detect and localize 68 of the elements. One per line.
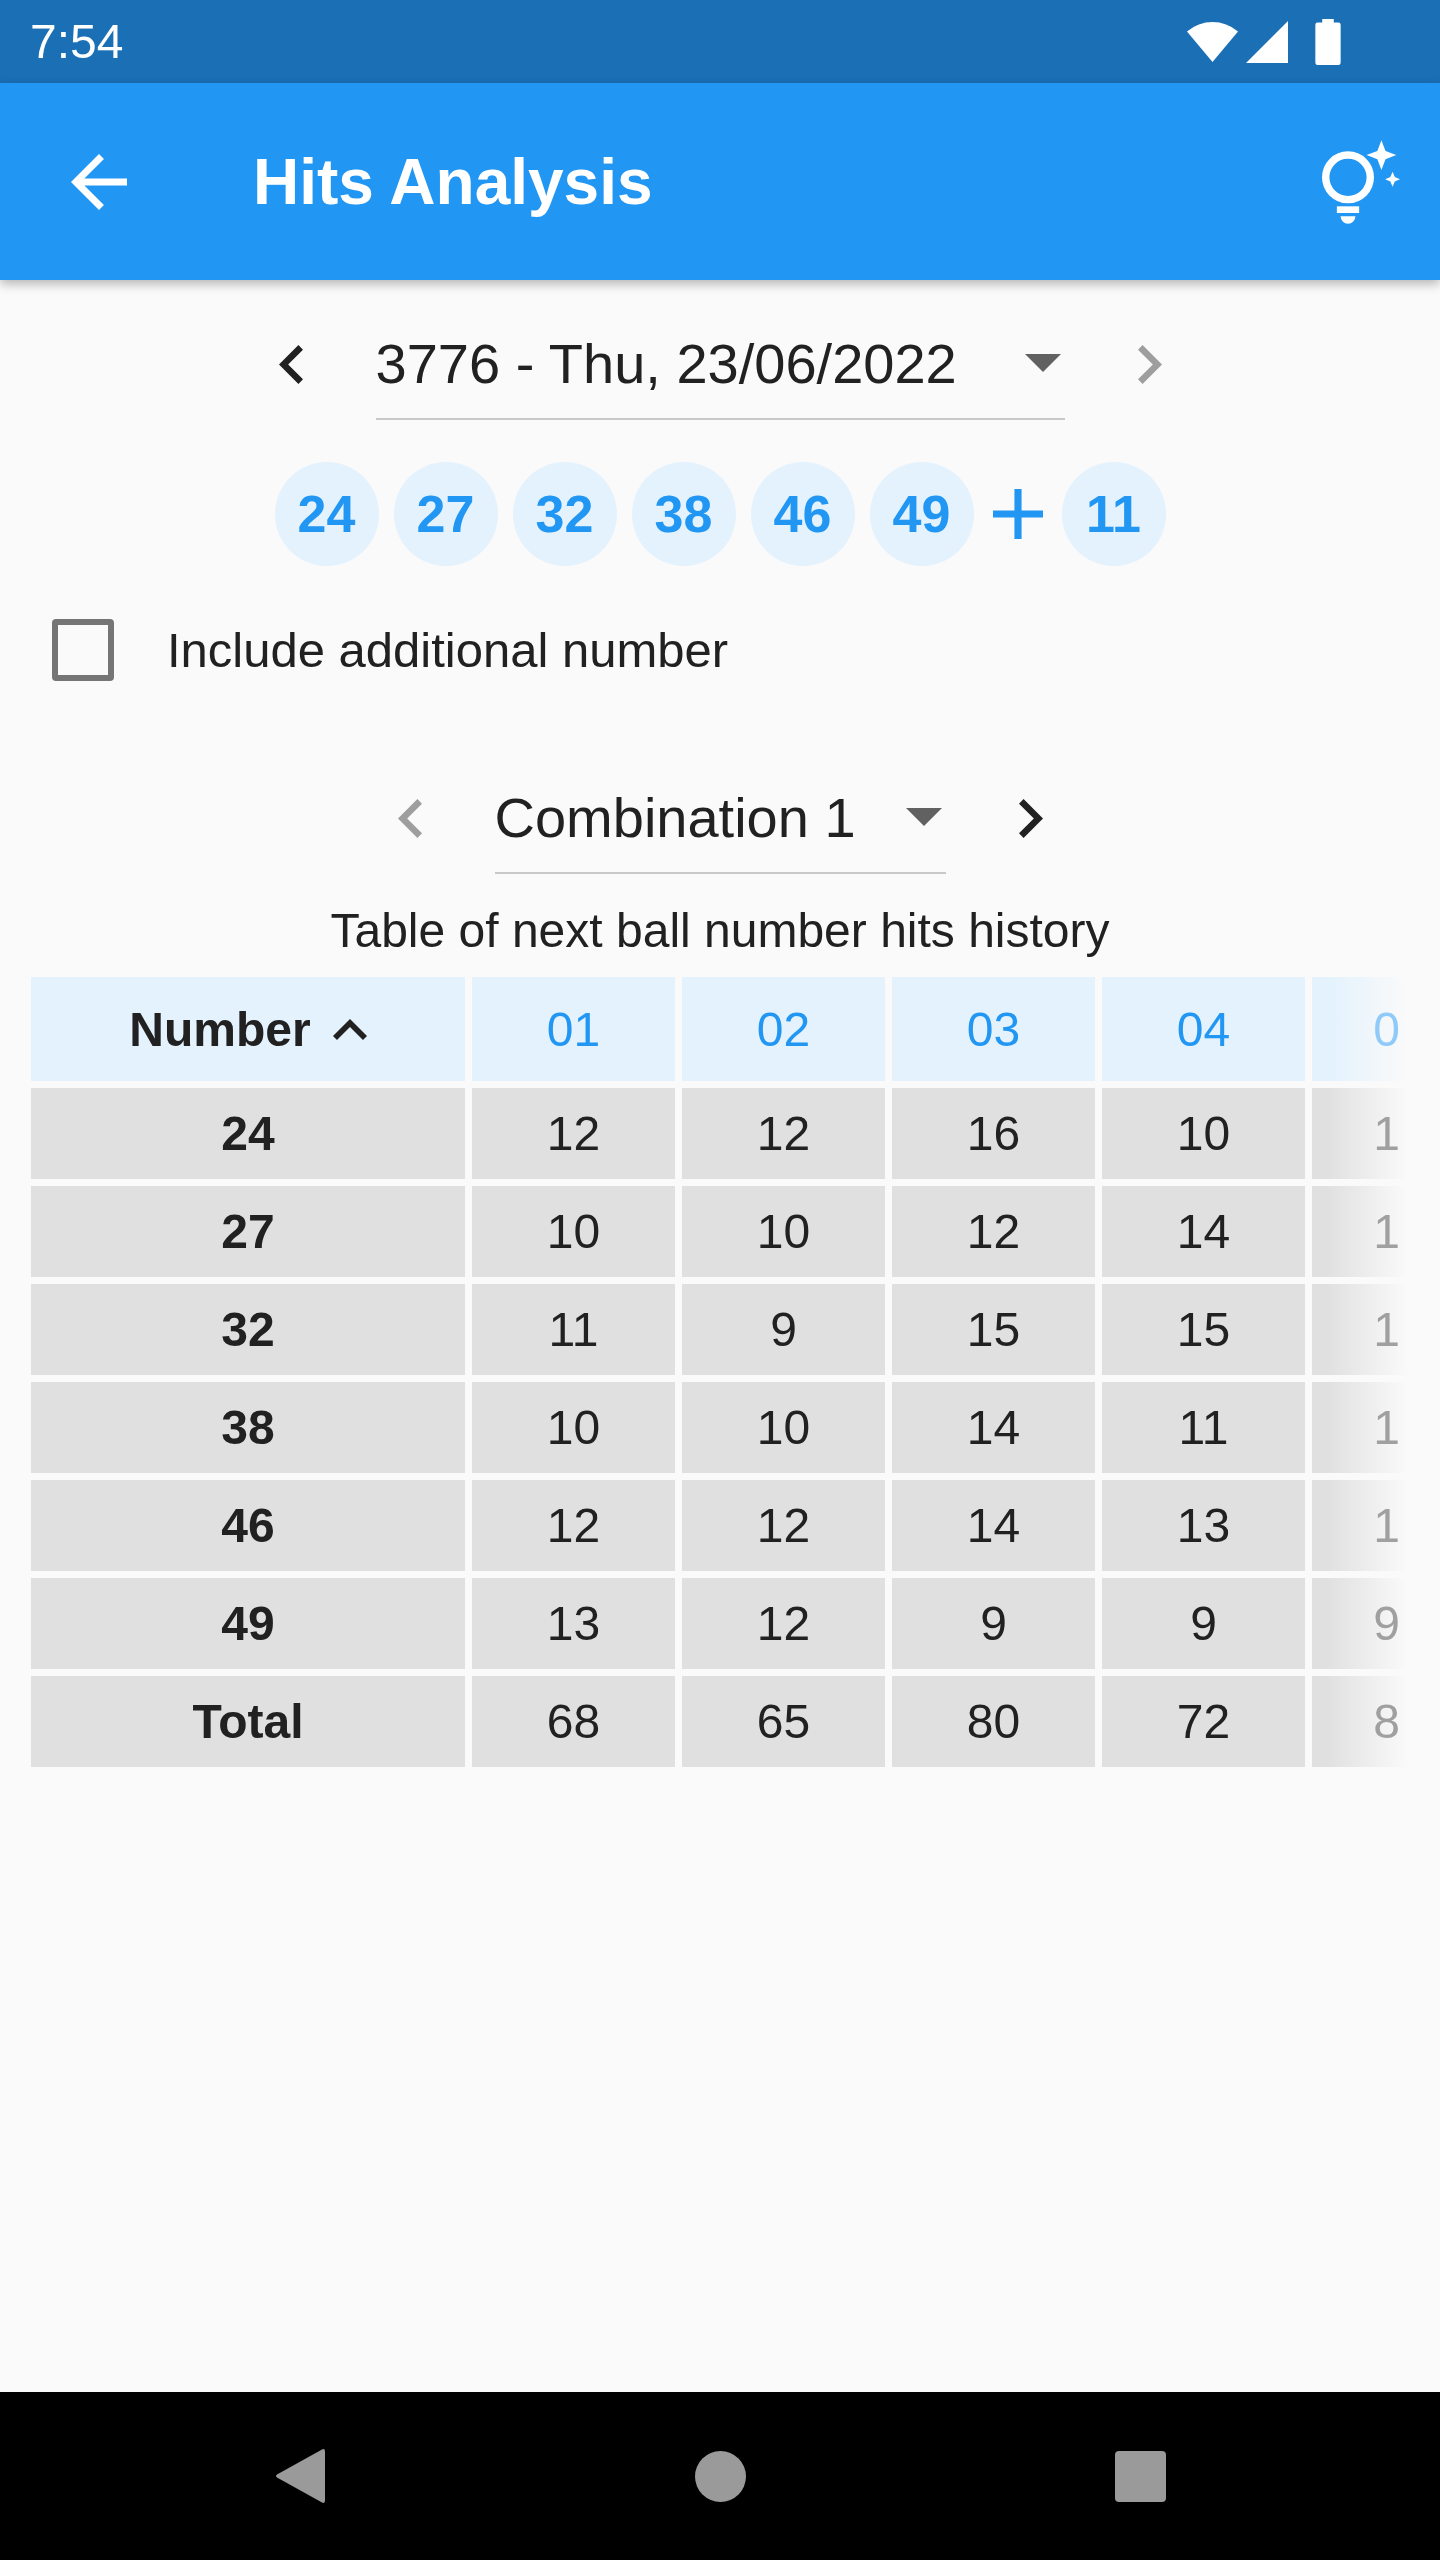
row-header: 46 [31, 1480, 465, 1571]
header-label: Number [129, 1001, 311, 1057]
number-ball: 46 [750, 462, 855, 566]
number-ball: 27 [393, 462, 498, 566]
number-ball: 38 [631, 462, 736, 566]
table-cell: 15 [1102, 1284, 1305, 1375]
table-cell: 12 [472, 1480, 675, 1571]
table-cell: 14 [892, 1480, 1095, 1571]
table-cell: 12 [472, 1088, 675, 1179]
table-cell: 13 [472, 1578, 675, 1669]
row-header: 49 [31, 1578, 465, 1669]
table-cell: 9 [1102, 1578, 1305, 1669]
caret-icon [905, 808, 942, 826]
table-cell: 14 [1102, 1186, 1305, 1277]
table-cell: 68 [472, 1676, 675, 1767]
signal-icon [1245, 20, 1289, 63]
table-cell: 11 [1102, 1382, 1305, 1473]
table-cell: 12 [892, 1186, 1095, 1277]
table-cell: 80 [892, 1676, 1095, 1767]
combination-dropdown[interactable]: Combination 1 [494, 762, 946, 874]
number-ball: 49 [869, 462, 974, 566]
row-header: Total [31, 1676, 465, 1767]
table-cell: 65 [682, 1676, 885, 1767]
nav-home-icon[interactable] [694, 2450, 746, 2502]
screen-title: Hits Analysis [253, 144, 653, 219]
caret-icon [1024, 354, 1061, 372]
table-cell: 9 [892, 1578, 1095, 1669]
table-caption: Table of next ball number hits history [330, 903, 1110, 959]
table-cell: 9 [682, 1284, 885, 1375]
draw-dropdown[interactable]: 3776 - Thu, 23/06/2022 [375, 308, 1065, 420]
table-cell: 10 [472, 1382, 675, 1473]
table-cell: 10 [682, 1382, 885, 1473]
row-header: 27 [31, 1186, 465, 1277]
table-cell: 14 [892, 1382, 1095, 1473]
table-cell: 72 [1102, 1676, 1305, 1767]
table-cell: 13 [1102, 1480, 1305, 1571]
table-cell: 16 [892, 1088, 1095, 1179]
checkbox[interactable] [52, 619, 114, 681]
number-ball: 11 [1061, 462, 1166, 566]
column-header: 04 [1102, 977, 1305, 1081]
back-icon[interactable] [71, 153, 127, 210]
table-cell: 10 [682, 1186, 885, 1277]
table-cell: 10 [472, 1186, 675, 1277]
clock: 7:54 [30, 14, 124, 69]
battery-icon [1315, 18, 1341, 65]
plus-icon [992, 489, 1043, 539]
lightbulb-icon[interactable] [1322, 139, 1400, 224]
table-cell: 12 [682, 1088, 885, 1179]
sort-header[interactable]: Number [31, 977, 465, 1081]
table-cell: 12 [682, 1480, 885, 1571]
number-ball: 24 [274, 462, 379, 566]
row-header: 38 [31, 1382, 465, 1473]
column-header: 03 [892, 977, 1095, 1081]
nav-recents-icon[interactable] [1114, 2450, 1166, 2502]
chevron-left-icon[interactable] [278, 344, 303, 384]
checkbox-label: Include additional number [167, 622, 729, 678]
wifi-icon [1186, 21, 1239, 62]
row-header: 32 [31, 1284, 465, 1375]
table-cell: 12 [682, 1578, 885, 1669]
chevron-right-icon[interactable] [1018, 798, 1043, 838]
table-cell: 11 [472, 1284, 675, 1375]
table-cell: 10 [1102, 1088, 1305, 1179]
number-ball: 32 [512, 462, 617, 566]
row-header: 24 [31, 1088, 465, 1179]
column-header: 01 [472, 977, 675, 1081]
column-header: 02 [682, 977, 885, 1081]
nav-back-icon[interactable] [275, 2448, 325, 2504]
table-cell: 15 [892, 1284, 1095, 1375]
